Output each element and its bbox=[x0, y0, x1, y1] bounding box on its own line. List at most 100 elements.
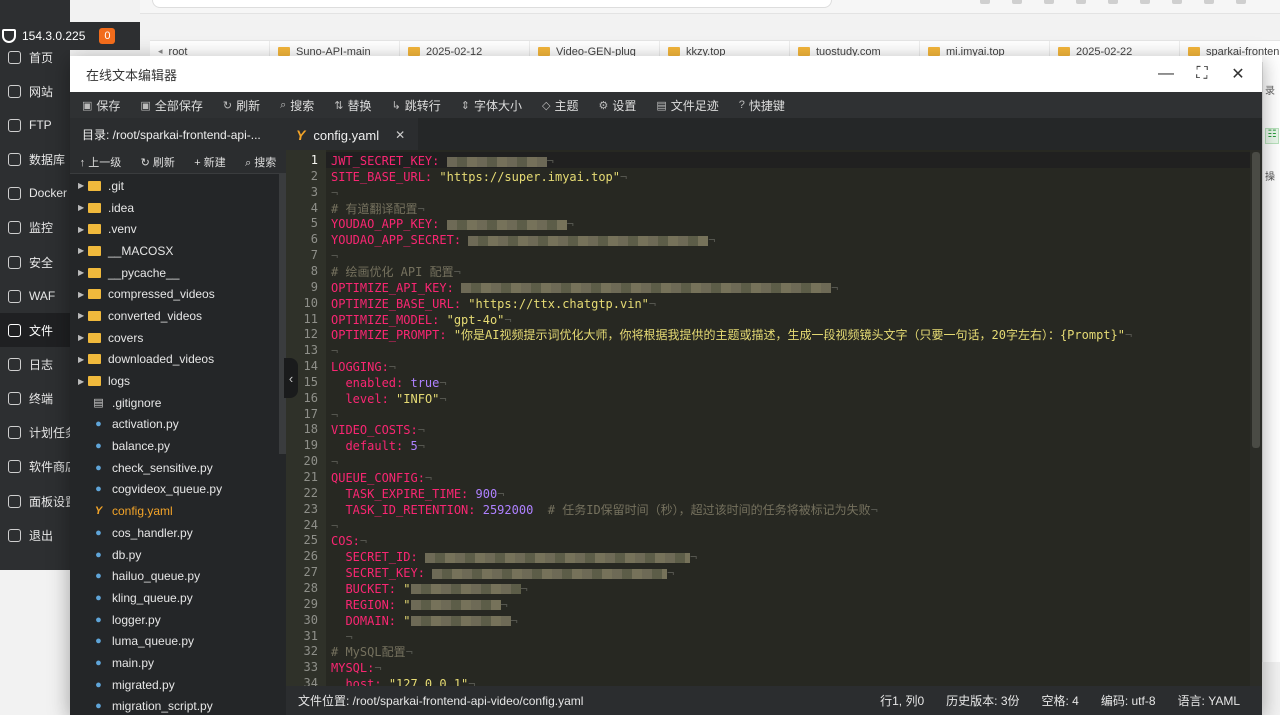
maximize-icon[interactable]: ⛶ bbox=[1194, 65, 1210, 83]
code-token: 900 bbox=[475, 486, 498, 501]
file-tree-item[interactable]: ▶ __MACOSX bbox=[70, 240, 286, 262]
file-tree-item[interactable]: ▶ covers bbox=[70, 327, 286, 349]
file-tree-item[interactable]: ● hailuo_queue.py bbox=[70, 565, 286, 587]
tree-action-2[interactable]: + 新建 bbox=[194, 154, 225, 170]
log-icon bbox=[8, 357, 21, 371]
toolbar-button-0[interactable]: ▣ 保存 bbox=[82, 97, 120, 114]
chevron-right-icon: ▶ bbox=[78, 311, 85, 321]
file-tree-item[interactable]: Yconfig.yaml bbox=[70, 500, 286, 522]
collapse-sidebar-icon[interactable]: ‹ bbox=[284, 358, 298, 398]
background-page-fragment: 录 ☷ 操 bbox=[1262, 62, 1280, 662]
tree-action-0[interactable]: ↑ 上一级 bbox=[80, 154, 122, 170]
toolbar-button-2[interactable]: ↻ 刷新 bbox=[223, 97, 260, 114]
code-token: # 绘画优化 API 配置 bbox=[331, 264, 454, 279]
status-encoding[interactable]: 编码: utf-8 bbox=[1101, 692, 1156, 709]
file-tree-item[interactable]: ● check_sensitive.py bbox=[70, 457, 286, 479]
file-tree-item[interactable]: ▶ .git bbox=[70, 175, 286, 197]
code-token: "https://ttx.chatgtp.vin" bbox=[468, 296, 649, 311]
settings-icon: ⚙ bbox=[598, 99, 609, 112]
status-file-path: 文件位置: /root/sparkai-frontend-api-video/c… bbox=[298, 694, 584, 708]
toolbar-button-4[interactable]: ⇅ 替换 bbox=[334, 97, 371, 114]
chevron-right-icon: ▶ bbox=[78, 203, 85, 213]
minimize-icon[interactable]: — bbox=[1158, 65, 1174, 83]
tree-scrollbar[interactable] bbox=[279, 174, 286, 454]
file-tree-item[interactable]: ▶ logs bbox=[70, 370, 286, 392]
toolbar-button-label: 字体大小 bbox=[473, 98, 522, 113]
chevron-right-icon: ▶ bbox=[78, 354, 85, 364]
file-name: .gitignore bbox=[112, 395, 162, 410]
eol-marker: ¬ bbox=[424, 471, 433, 485]
file-tree-item[interactable]: ▤ .gitignore bbox=[70, 392, 286, 414]
file-tree-item[interactable]: ● cos_handler.py bbox=[70, 522, 286, 544]
line-number: 28 bbox=[303, 580, 318, 595]
file-tree-item[interactable]: ● cogvideox_queue.py bbox=[70, 479, 286, 501]
file-tree-item[interactable]: ▶ .idea bbox=[70, 197, 286, 219]
home-icon bbox=[8, 50, 21, 64]
toolbar-button-7[interactable]: ◇ 主题 bbox=[542, 97, 578, 114]
close-icon[interactable]: ✕ bbox=[1230, 64, 1246, 84]
file-tree-item[interactable]: ● activation.py bbox=[70, 414, 286, 436]
toolbar-button-9[interactable]: ▤ 文件足迹 bbox=[656, 97, 718, 114]
toolbar-button-3[interactable]: ⌕ 搜索 bbox=[280, 97, 314, 114]
line-number: 24 bbox=[303, 517, 318, 532]
file-tree-item[interactable]: ● balance.py bbox=[70, 435, 286, 457]
file-tree-item[interactable]: ● luma_queue.py bbox=[70, 630, 286, 652]
redacted-value bbox=[461, 283, 832, 294]
file-name: cogvideox_queue.py bbox=[112, 482, 223, 497]
monitor-icon bbox=[8, 220, 21, 234]
file-tree-item[interactable]: ● logger.py bbox=[70, 609, 286, 631]
tree-action-3[interactable]: ⌕ 搜索 bbox=[245, 154, 276, 170]
folder-icon bbox=[538, 47, 550, 56]
folder-icon bbox=[88, 180, 101, 191]
file-tree-item[interactable]: ▶ __pycache__ bbox=[70, 262, 286, 284]
folder-icon bbox=[88, 354, 101, 365]
address-bar[interactable] bbox=[152, 0, 832, 8]
file-name: config.yaml bbox=[112, 504, 173, 519]
file-tree-item[interactable]: ▶ downloaded_videos bbox=[70, 349, 286, 371]
tab-config-yaml[interactable]: Y config.yaml ✕ bbox=[286, 118, 418, 150]
notification-badge[interactable]: 0 bbox=[99, 28, 116, 44]
toolbar-button-label: 搜索 bbox=[290, 98, 315, 113]
tree-action-label: 新建 bbox=[203, 156, 226, 169]
file-tree-item[interactable]: ● kling_queue.py bbox=[70, 587, 286, 609]
code-token: # 任务ID保留时间（秒），超过该时间的任务将被标记为失败 bbox=[547, 502, 871, 517]
file-name: balance.py bbox=[112, 439, 171, 454]
sidebar-item-label: 文件 bbox=[29, 323, 54, 338]
toolbar-button-5[interactable]: ↳ 跳转行 bbox=[392, 97, 441, 114]
toolbar-button-1[interactable]: ▣ 全部保存 bbox=[140, 97, 202, 114]
toolbar-button-label: 刷新 bbox=[236, 98, 261, 113]
close-tab-icon[interactable]: ✕ bbox=[395, 128, 405, 142]
code-line: VIDEO_COSTS:¬ bbox=[331, 422, 425, 438]
file-tree-item[interactable]: ▶ .venv bbox=[70, 218, 286, 240]
file-tree-item[interactable]: ● db.py bbox=[70, 544, 286, 566]
status-history[interactable]: 历史版本: 3份 bbox=[946, 692, 1019, 709]
line-number: 26 bbox=[303, 549, 318, 564]
sidebar-item-label: 网站 bbox=[29, 84, 54, 99]
tree-action-1[interactable]: ↻ 刷新 bbox=[141, 154, 175, 170]
line-number: 4 bbox=[310, 200, 318, 215]
status-indent[interactable]: 空格: 4 bbox=[1042, 692, 1079, 709]
status-language[interactable]: 语言: YAML bbox=[1178, 692, 1240, 709]
code-line: host: "127.0.0.1"¬ bbox=[331, 676, 475, 686]
save-icon: ▣ bbox=[82, 99, 93, 112]
code-token: "gpt-4o" bbox=[446, 312, 505, 327]
toolbar-button-8[interactable]: ⚙ 设置 bbox=[598, 97, 636, 114]
file-tree-item[interactable]: ● migration_script.py bbox=[70, 696, 286, 715]
file-tree-item[interactable]: ▶ compressed_videos bbox=[70, 283, 286, 305]
file-tree-item[interactable]: ▶ converted_videos bbox=[70, 305, 286, 327]
code-editor[interactable]: 1 2 3 4 5 6 7 8 9 10 11 12 13 14 15 16 17 18 19 20 21 22 23 24 2… bbox=[286, 150, 1262, 686]
file-name: db.py bbox=[112, 547, 142, 562]
file-tree-item[interactable]: ● migrated.py bbox=[70, 674, 286, 696]
code-scrollbar[interactable] bbox=[1250, 150, 1262, 686]
toolbar-button-6[interactable]: ⇕ 字体大小 bbox=[461, 97, 522, 114]
fragment-text: 录 bbox=[1265, 86, 1275, 97]
eol-marker: ¬ bbox=[388, 360, 397, 375]
redacted-value bbox=[424, 552, 690, 563]
toolbar-button-10[interactable]: ? 快捷键 bbox=[739, 97, 785, 114]
file-tree-item[interactable]: ● main.py bbox=[70, 652, 286, 674]
docker-icon bbox=[8, 186, 21, 200]
